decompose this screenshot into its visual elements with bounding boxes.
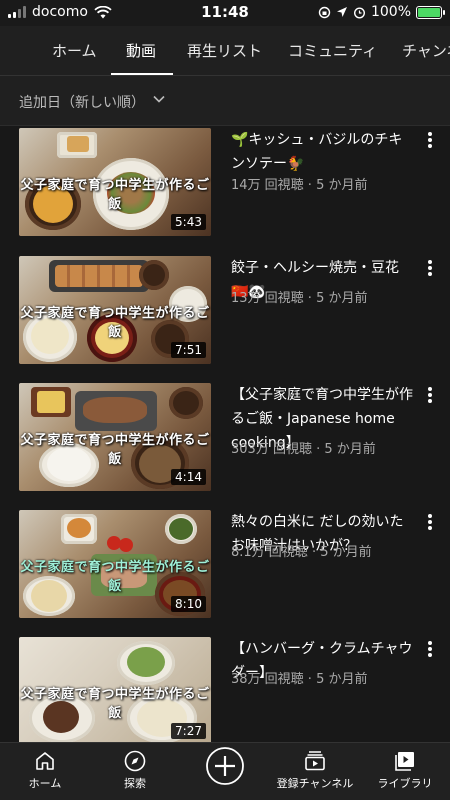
video-item[interactable]: 父子家庭で育つ中学生が作るご飯 4:14 【父子家庭で育つ中学生が作るご飯・Ja… (0, 383, 450, 503)
more-options-icon[interactable] (425, 260, 435, 276)
home-icon (36, 752, 54, 770)
chevron-down-icon (153, 95, 165, 103)
alarm-icon (353, 6, 365, 19)
tab-community[interactable]: コミュニティ (288, 40, 377, 61)
thumbnail-caption: 父子家庭で育つ中学生が作るご飯 (20, 433, 210, 467)
nav-subscriptions[interactable]: 登録チャンネル (270, 749, 360, 791)
video-thumbnail[interactable]: 父子家庭で育つ中学生が作るご飯 5:43 (19, 128, 211, 236)
nav-library[interactable]: ライブラリ (360, 749, 450, 791)
compass-icon (124, 750, 146, 772)
video-thumbnail[interactable]: 父子家庭で育つ中学生が作るご飯 8:10 (19, 510, 211, 618)
sort-label: 追加日（新しい順） (19, 95, 145, 111)
tab-playlists[interactable]: 再生リスト (187, 40, 262, 61)
more-options-icon[interactable] (425, 132, 435, 148)
video-duration: 7:27 (171, 723, 206, 739)
video-meta: 303万 回視聴 · 5 か月前 (231, 442, 376, 457)
library-icon (395, 752, 414, 771)
video-item[interactable]: 父子家庭で育つ中学生が作るご飯 7:51 餃子・ヘルシー焼売・豆花🇨🇳🐼 13万… (0, 256, 450, 376)
nav-explore-label: 探索 (124, 777, 146, 790)
video-thumbnail[interactable]: 父子家庭で育つ中学生が作るご飯 7:27 (19, 637, 211, 742)
orientation-lock-icon (318, 6, 331, 18)
battery-icon (416, 5, 445, 19)
video-duration: 8:10 (171, 596, 206, 612)
thumbnail-caption: 父子家庭で育つ中学生が作るご飯 (20, 560, 210, 594)
video-meta: 14万 回視聴 · 5 か月前 (231, 178, 368, 193)
more-options-icon[interactable] (425, 641, 435, 657)
status-bar: docomo 11:48 100% (0, 0, 450, 26)
nav-subscriptions-label: 登録チャンネル (276, 777, 354, 790)
nav-home-label: ホーム (28, 777, 62, 790)
video-item[interactable]: 父子家庭で育つ中学生が作るご飯 7:27 【ハンバーグ・クラムチャウダー】 38… (0, 637, 450, 742)
nav-home[interactable]: ホーム (0, 749, 90, 791)
thumbnail-caption: 父子家庭で育つ中学生が作るご飯 (20, 178, 210, 212)
location-arrow-icon (336, 7, 347, 17)
nav-create[interactable] (180, 746, 270, 786)
tab-videos[interactable]: 動画 (126, 40, 156, 61)
more-options-icon[interactable] (425, 514, 435, 530)
video-list: 父子家庭で育つ中学生が作るご飯 5:43 🌱キッシュ・バジルのチキンソテー🐓 1… (0, 126, 450, 742)
video-duration: 5:43 (171, 214, 206, 230)
video-item[interactable]: 父子家庭で育つ中学生が作るご飯 5:43 🌱キッシュ・バジルのチキンソテー🐓 1… (0, 128, 450, 248)
video-duration: 4:14 (171, 469, 206, 485)
battery-percent: 100% (370, 4, 411, 20)
more-options-icon[interactable] (425, 387, 435, 403)
video-thumbnail[interactable]: 父子家庭で育つ中学生が作るご飯 4:14 (19, 383, 211, 491)
create-plus-icon (206, 747, 244, 785)
video-meta: 13万 回視聴 · 5 か月前 (231, 291, 368, 306)
tab-home[interactable]: ホーム (52, 40, 97, 61)
sort-selector[interactable]: 追加日（新しい順） (0, 76, 450, 126)
bottom-navigation: ホーム 探索 登録チャンネル ライブラリ (0, 742, 450, 800)
channel-tabs: ホーム 動画 再生リスト コミュニティ チャンネ (0, 26, 450, 76)
video-meta: 38万 回視聴 · 5 か月前 (231, 672, 368, 687)
video-title[interactable]: 🌱キッシュ・バジルのチキンソテー🐓 (231, 128, 415, 176)
subscriptions-icon (305, 751, 325, 771)
nav-library-label: ライブラリ (377, 777, 433, 790)
video-duration: 7:51 (171, 342, 206, 358)
video-meta: 8.1万 回視聴 · 5 か月前 (231, 545, 372, 560)
video-item[interactable]: 父子家庭で育つ中学生が作るご飯 8:10 熱々の白米に だしの効いたお味噌汁はい… (0, 510, 450, 630)
thumbnail-caption: 父子家庭で育つ中学生が作るご飯 (20, 306, 210, 340)
tab-channels[interactable]: チャンネ (402, 40, 450, 61)
thumbnail-caption: 父子家庭で育つ中学生が作るご飯 (20, 687, 210, 721)
nav-explore[interactable]: 探索 (90, 749, 180, 791)
video-thumbnail[interactable]: 父子家庭で育つ中学生が作るご飯 7:51 (19, 256, 211, 364)
